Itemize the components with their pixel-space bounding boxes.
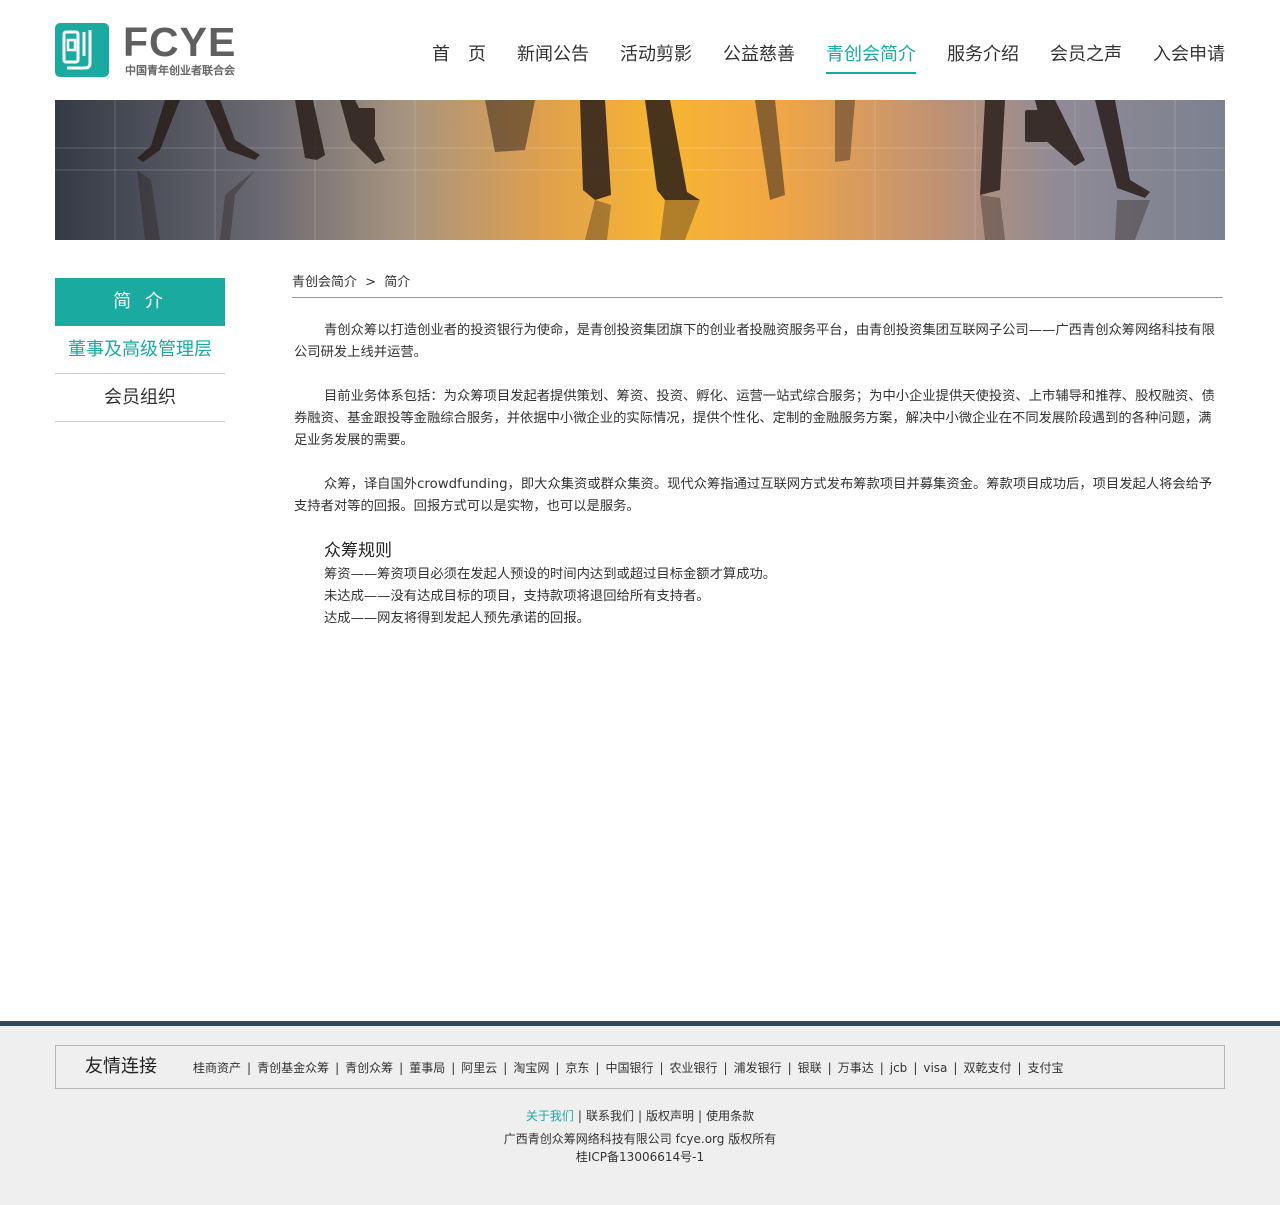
friend-link[interactable]: visa bbox=[923, 1061, 947, 1075]
friend-link-separator: | bbox=[913, 1061, 918, 1075]
friend-link-separator: | bbox=[247, 1061, 252, 1075]
nav-home[interactable]: 首 页 bbox=[432, 42, 486, 74]
friend-links-box: 友情连接 桂商资产 | 青创基金众筹 | 青创众筹 | 董事局 | 阿里云 | 淘宝网 | 京东 | 中国银… bbox=[55, 1045, 1225, 1089]
nav-member-voice[interactable]: 会员之声 bbox=[1050, 42, 1122, 74]
sidebar-item-management[interactable]: 董事及高级管理层 bbox=[55, 326, 225, 374]
breadcrumb-parent[interactable]: 青创会简介 bbox=[292, 275, 357, 290]
nav-charity[interactable]: 公益慈善 bbox=[723, 42, 795, 74]
breadcrumb-separator: > bbox=[365, 275, 377, 290]
friend-links-title: 友情连接 bbox=[85, 1056, 157, 1077]
logo-mark-icon bbox=[55, 23, 109, 77]
article-body: 青创众筹以打造创业者的投资银行为使命，是青创投资集团旗下的创业者投融资服务平台，… bbox=[292, 320, 1223, 630]
footer-link-contact[interactable]: 联系我们 bbox=[586, 1109, 634, 1123]
rule-item: 未达成——没有达成目标的项目，支持款项将退回给所有支持者。 bbox=[324, 589, 710, 604]
site-logo[interactable]: FCYE 中国青年创业者联合会 bbox=[55, 19, 245, 80]
friend-link-separator: | bbox=[595, 1061, 600, 1075]
friend-links-list: 桂商资产 | 青创基金众筹 | 青创众筹 | 董事局 | 阿里云 | 淘宝网 | 京东 | 中国银行 | 农业银… bbox=[193, 1059, 1064, 1077]
breadcrumb-current: 简介 bbox=[384, 275, 411, 290]
rule-item: 达成——网友将得到发起人预先承诺的回报。 bbox=[324, 611, 590, 626]
paragraph: 目前业务体系包括：为众筹项目发起者提供策划、筹资、投资、孵化、运营一站式综合服务… bbox=[294, 389, 1215, 448]
rule-item: 筹资——筹资项目必须在发起人预设的时间内达到或超过目标金额才算成功。 bbox=[324, 567, 777, 582]
friend-link-separator: | bbox=[451, 1061, 456, 1075]
friend-link[interactable]: 农业银行 bbox=[670, 1061, 718, 1075]
nav-about[interactable]: 青创会简介 bbox=[826, 42, 916, 74]
friend-link-separator: | bbox=[827, 1061, 832, 1075]
friend-link[interactable]: 董事局 bbox=[409, 1061, 445, 1075]
friend-link[interactable]: 中国银行 bbox=[605, 1061, 653, 1075]
friend-link-separator: | bbox=[659, 1061, 664, 1075]
nav-join[interactable]: 入会申请 bbox=[1153, 42, 1225, 74]
footer-nav: 关于我们 | 联系我们 | 版权声明 | 使用条款 bbox=[0, 1107, 1280, 1125]
footer-link-terms[interactable]: 使用条款 bbox=[706, 1109, 754, 1123]
friend-link[interactable]: 阿里云 bbox=[461, 1061, 497, 1075]
friend-link[interactable]: 桂商资产 bbox=[193, 1061, 241, 1075]
friend-link-separator: | bbox=[1017, 1061, 1022, 1075]
footer: 友情连接 桂商资产 | 青创基金众筹 | 青创众筹 | 董事局 | 阿里云 | 淘宝网 | 京东 | 中国银… bbox=[0, 1021, 1280, 1205]
nav-activities[interactable]: 活动剪影 bbox=[620, 42, 692, 74]
main-nav: 首 页 新闻公告 活动剪影 公益慈善 青创会简介 服务介绍 会员之声 入会申请 bbox=[401, 42, 1225, 74]
paragraph: 青创众筹以打造创业者的投资银行为使命，是青创投资集团旗下的创业者投融资服务平台，… bbox=[294, 323, 1215, 360]
nav-services[interactable]: 服务介绍 bbox=[947, 42, 1019, 74]
friend-link[interactable]: 京东 bbox=[565, 1061, 589, 1075]
footer-nav-separator: | bbox=[698, 1109, 703, 1123]
friend-link-separator: | bbox=[787, 1061, 792, 1075]
friend-link-separator: | bbox=[335, 1061, 340, 1075]
friend-link[interactable]: 青创基金众筹 bbox=[257, 1061, 329, 1075]
friend-link-separator: | bbox=[399, 1061, 404, 1075]
logo-subtitle: 中国青年创业者联合会 bbox=[125, 64, 235, 77]
friend-link[interactable]: jcb bbox=[890, 1061, 908, 1075]
friend-link-separator: | bbox=[879, 1061, 884, 1075]
footer-nav-separator: | bbox=[577, 1109, 582, 1123]
main-content: 青创会简介 > 简介 青创众筹以打造创业者的投资银行为使命，是青创投资集团旗下的… bbox=[292, 272, 1223, 630]
friend-link-separator: | bbox=[723, 1061, 728, 1075]
footer-nav-separator: | bbox=[637, 1109, 643, 1123]
hero-banner bbox=[55, 100, 1225, 240]
footer-company: 广西青创众筹网络科技有限公司 fcye.org 版权所有 bbox=[503, 1132, 777, 1146]
friend-link[interactable]: 双乾支付 bbox=[963, 1061, 1011, 1075]
sidebar-item-intro[interactable]: 简 介 bbox=[55, 278, 225, 326]
breadcrumb: 青创会简介 > 简介 bbox=[292, 272, 1223, 298]
friend-link[interactable]: 支付宝 bbox=[1028, 1061, 1064, 1075]
footer-link-copyright[interactable]: 版权声明 bbox=[646, 1109, 694, 1123]
friend-link[interactable]: 淘宝网 bbox=[513, 1061, 549, 1075]
nav-news[interactable]: 新闻公告 bbox=[517, 42, 589, 74]
sidebar-item-member-org[interactable]: 会员组织 bbox=[55, 374, 225, 422]
friend-link[interactable]: 青创众筹 bbox=[345, 1061, 393, 1075]
paragraph: 众筹，译自国外crowdfunding，即大众集资或群众集资。现代众筹指通过互联… bbox=[294, 477, 1213, 514]
friend-link[interactable]: 万事达 bbox=[838, 1061, 874, 1075]
footer-link-about[interactable]: 关于我们 bbox=[526, 1109, 574, 1123]
rules-title: 众筹规则 bbox=[324, 541, 392, 561]
friend-link-separator: | bbox=[503, 1061, 508, 1075]
footer-icp[interactable]: 桂ICP备13006614号-1 bbox=[0, 1148, 1280, 1166]
friend-link[interactable]: 银联 bbox=[798, 1061, 822, 1075]
sidebar: 简 介 董事及高级管理层 会员组织 bbox=[55, 278, 225, 422]
logo-wordmark: FCYE bbox=[123, 19, 237, 65]
friend-link[interactable]: 浦发银行 bbox=[734, 1061, 782, 1075]
friend-link-separator: | bbox=[953, 1061, 958, 1075]
friend-link-separator: | bbox=[555, 1061, 560, 1075]
